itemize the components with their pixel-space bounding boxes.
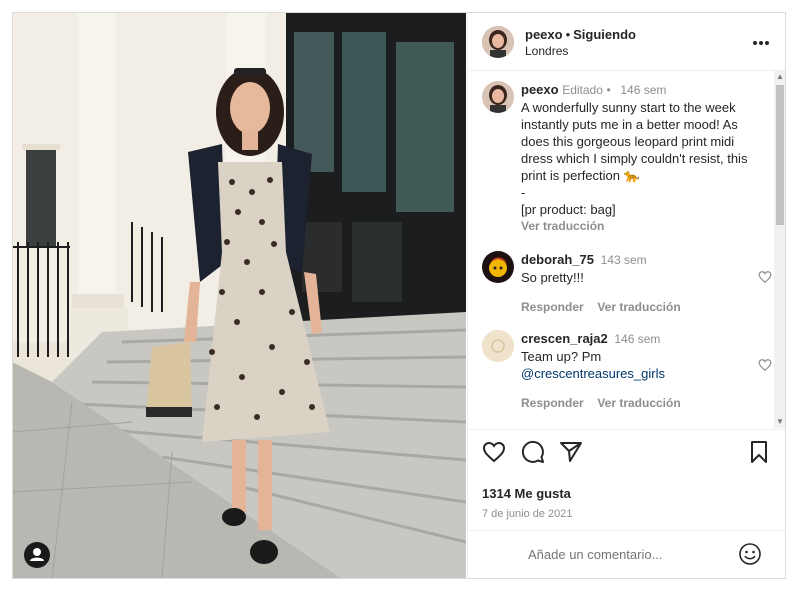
post-frame: [12, 12, 786, 579]
